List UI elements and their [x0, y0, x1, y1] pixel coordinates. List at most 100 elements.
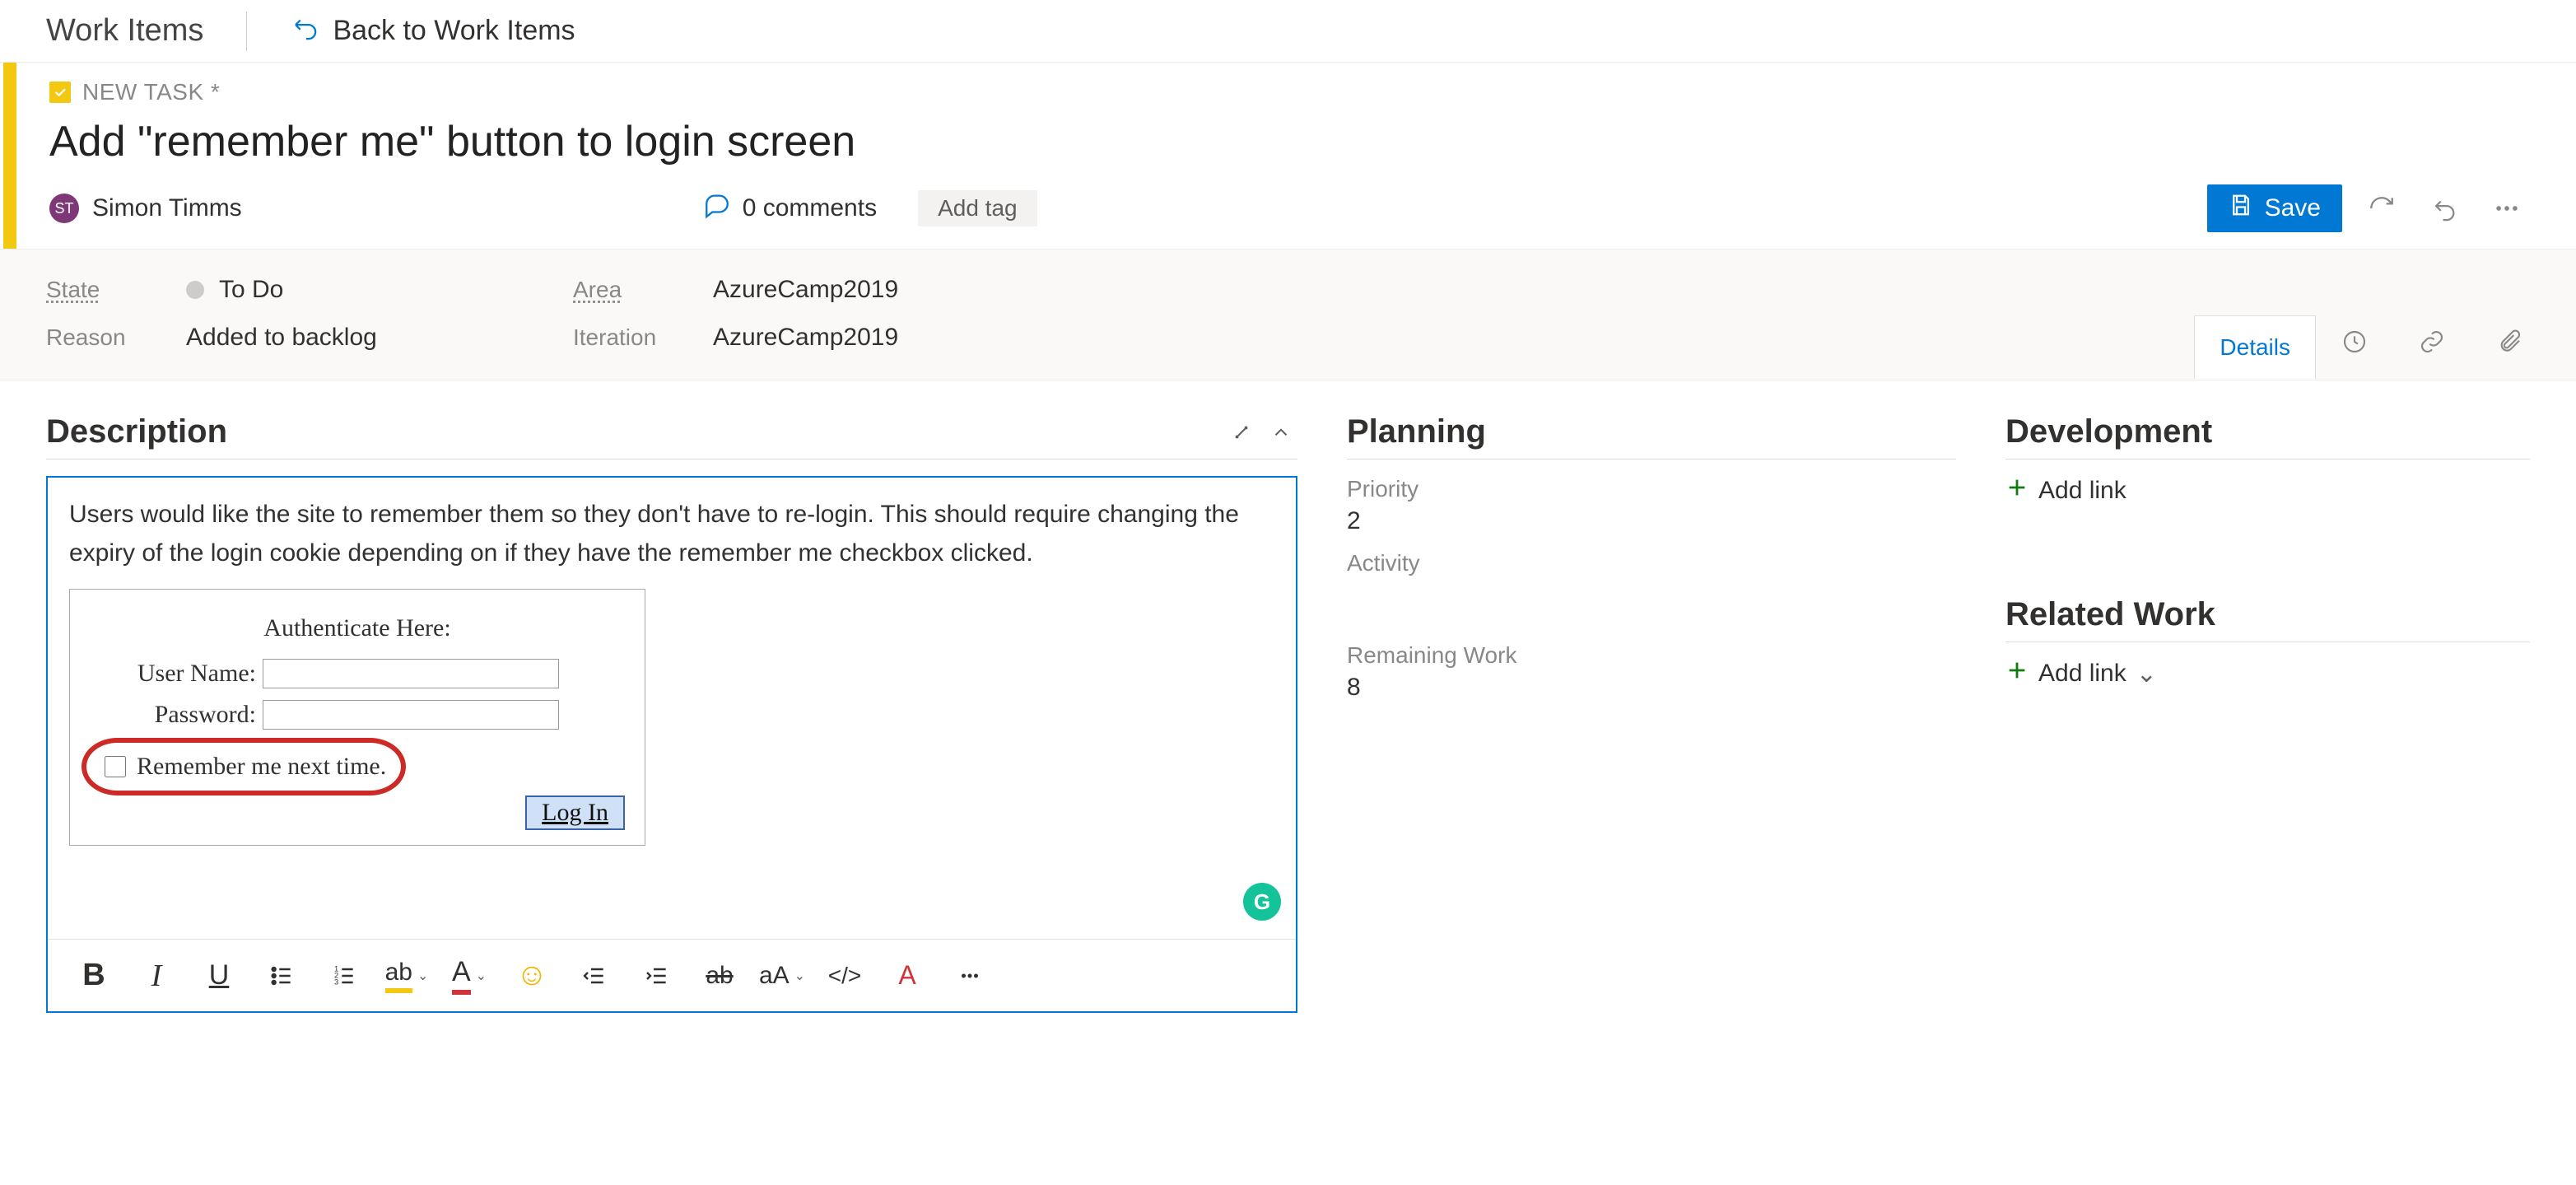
assignee-name: Simon Timms [92, 194, 242, 222]
mockup-password-label: Password: [90, 696, 263, 735]
iteration-label: Iteration [573, 324, 713, 351]
mockup-remember-checkbox [105, 756, 126, 777]
mockup-username-input [263, 659, 559, 688]
mockup-username-label: User Name: [90, 655, 263, 693]
planning-heading: Planning [1347, 413, 1486, 450]
save-icon [2229, 193, 2253, 224]
attachment-icon [2496, 329, 2522, 361]
toolbar-numbered[interactable]: 123 [314, 951, 374, 1001]
development-heading: Development [2005, 413, 2212, 450]
planning-column: Planning Priority 2 Activity Remaining W… [1347, 413, 1956, 1013]
toolbar-more[interactable] [940, 951, 999, 1001]
development-add-link[interactable]: Add link [2005, 476, 2530, 506]
activity-value[interactable] [1347, 581, 1956, 609]
priority-label: Priority [1347, 476, 1956, 502]
toolbar-strike-glyph: ab [706, 962, 733, 990]
tab-history[interactable] [2316, 310, 2393, 380]
mockup-heading: Authenticate Here: [90, 609, 625, 648]
mockup-login-button: Log In [525, 795, 625, 830]
workitem-body: Description Users would like the site to… [0, 380, 2576, 1013]
save-label: Save [2265, 194, 2321, 222]
description-editor[interactable]: Users would like the site to remember th… [46, 476, 1297, 1013]
description-column: Description Users would like the site to… [46, 413, 1297, 1013]
related-work-heading: Related Work [2005, 596, 2215, 633]
avatar: ST [49, 194, 79, 223]
fields-bar: State To Do Reason Added to backlog Area… [0, 249, 2576, 380]
svg-text:3: 3 [334, 977, 338, 986]
description-heading: Description [46, 413, 227, 450]
mockup-remember-label: Remember me next time. [137, 748, 386, 786]
add-tag-button[interactable]: Add tag [918, 190, 1037, 226]
toolbar-code[interactable]: </> [815, 951, 874, 1001]
toolbar-outdent[interactable] [565, 951, 624, 1001]
chevron-down-icon: ⌄ [476, 968, 487, 984]
chevron-down-icon: ⌄ [417, 968, 428, 984]
description-collapse-button[interactable] [1265, 416, 1297, 449]
description-text: Users would like the site to remember th… [69, 496, 1274, 572]
remaining-work-label: Remaining Work [1347, 642, 1956, 669]
detail-tabs: Details [2194, 310, 2548, 380]
page-root: Work Items Back to Work Items NEW TASK *… [0, 0, 2576, 1185]
editor-toolbar: B I U 123 ab⌄ A⌄ ☺ [48, 939, 1296, 1011]
embedded-mockup: Authenticate Here: User Name: Password: … [69, 589, 645, 846]
grammarly-icon[interactable]: G [1243, 883, 1281, 921]
save-button[interactable]: Save [2207, 184, 2342, 232]
comments-link[interactable]: 0 comments [703, 191, 877, 226]
area-value[interactable]: AzureCamp2019 [713, 276, 898, 304]
toolbar-emoji[interactable]: ☺ [502, 951, 561, 1001]
description-expand-button[interactable] [1225, 416, 1258, 449]
state-value[interactable]: To Do [219, 276, 283, 304]
toolbar-bullets[interactable] [252, 951, 311, 1001]
breadcrumb-root[interactable]: Work Items [46, 13, 203, 49]
toolbar-fontsize-glyph: aA [759, 962, 790, 990]
toolbar-fontcolor[interactable]: A⌄ [440, 951, 499, 1001]
state-dot-icon [186, 281, 204, 299]
related-add-link[interactable]: Add link ⌄ [2005, 659, 2530, 688]
toolbar-underline[interactable]: U [189, 951, 249, 1001]
back-to-list-label: Back to Work Items [333, 15, 575, 47]
toolbar-indent[interactable] [627, 951, 687, 1001]
assignee[interactable]: ST Simon Timms [49, 194, 242, 223]
activity-label: Activity [1347, 550, 1956, 576]
workitem-title[interactable]: Add "remember me" button to login screen [49, 117, 2530, 166]
toolbar-strike[interactable]: ab [690, 951, 749, 1001]
comment-icon [703, 191, 731, 226]
description-textarea[interactable]: Users would like the site to remember th… [48, 478, 1296, 939]
more-actions-button[interactable] [2484, 185, 2530, 231]
links-column: Development Add link Related Work Add li… [2005, 413, 2530, 1013]
back-arrow-icon [290, 13, 318, 49]
toolbar-fontsize[interactable]: aA⌄ [752, 951, 812, 1001]
undo-button[interactable] [2421, 185, 2467, 231]
iteration-value[interactable]: AzureCamp2019 [713, 324, 898, 352]
priority-value[interactable]: 2 [1347, 507, 1956, 535]
history-icon [2341, 329, 2368, 361]
remaining-work-value[interactable]: 8 [1347, 674, 1956, 702]
toolbar-fontcolor-glyph: A [452, 956, 471, 995]
related-add-link-label: Add link [2038, 660, 2126, 688]
state-label: State [46, 277, 186, 303]
workitem-type-label: NEW TASK * [82, 79, 220, 105]
tab-attachments[interactable] [2471, 310, 2548, 380]
comments-count: 0 comments [743, 194, 877, 222]
toolbar-clearformat[interactable]: A [878, 951, 937, 1001]
plus-icon [2005, 659, 2029, 688]
back-to-list-link[interactable]: Back to Work Items [290, 13, 575, 49]
toolbar-italic[interactable]: I [127, 951, 186, 1001]
tab-links[interactable] [2393, 310, 2471, 380]
refresh-button[interactable] [2359, 185, 2405, 231]
workitem-type-icon [49, 82, 71, 103]
workitem-accent-bar [3, 63, 16, 249]
reason-value[interactable]: Added to backlog [186, 324, 377, 352]
mockup-remember-highlight: Remember me next time. [90, 743, 398, 791]
area-label: Area [573, 277, 713, 303]
toolbar-bold[interactable]: B [64, 951, 123, 1001]
tab-details[interactable]: Details [2194, 315, 2316, 380]
chevron-down-icon: ⌄ [2136, 660, 2157, 688]
mockup-password-input [263, 700, 559, 730]
workitem-header: NEW TASK * Add "remember me" button to l… [3, 63, 2576, 249]
toolbar-highlight[interactable]: ab⌄ [377, 951, 436, 1001]
breadcrumb-bar: Work Items Back to Work Items [0, 0, 2576, 63]
chevron-down-icon: ⌄ [794, 968, 805, 984]
development-add-link-label: Add link [2038, 477, 2126, 505]
breadcrumb-separator [246, 12, 247, 51]
